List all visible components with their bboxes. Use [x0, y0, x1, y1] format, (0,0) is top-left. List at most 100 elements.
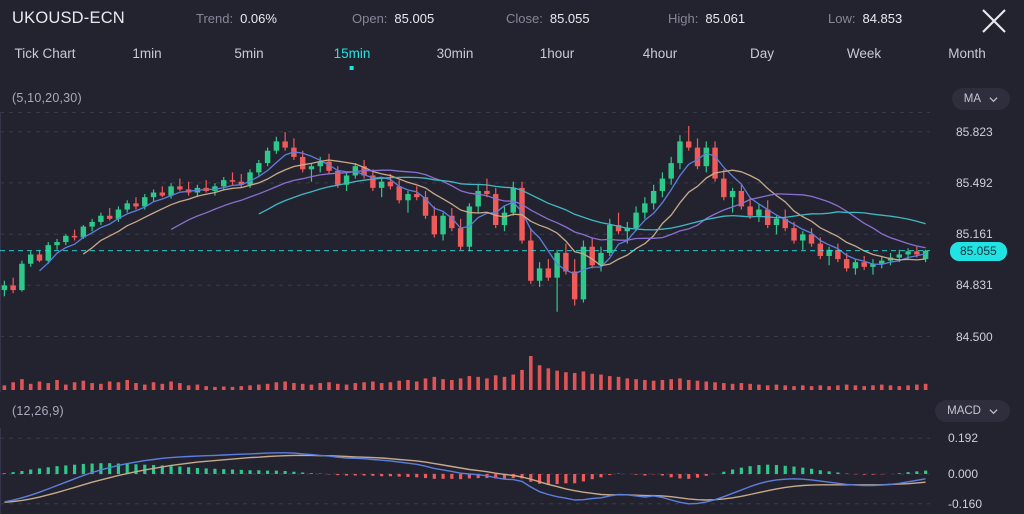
candle	[19, 261, 24, 292]
candle	[826, 247, 831, 266]
stat-low-value: 84.853	[862, 11, 902, 26]
volume-bar	[424, 378, 428, 390]
volume-bar	[555, 371, 559, 390]
candle	[396, 180, 401, 203]
macd-axis-tick: 0.000	[948, 467, 978, 481]
timeframe-tab-tick-chart[interactable]: Tick Chart	[14, 46, 75, 61]
timeframe-tab-30min[interactable]: 30min	[437, 46, 474, 61]
candle	[379, 179, 384, 198]
ma-line-30	[259, 177, 926, 230]
timeframe-tab-label: Tick Chart	[14, 46, 75, 61]
candle	[739, 185, 744, 210]
volume-bar	[731, 384, 735, 390]
timeframe-tab-label: 5min	[234, 46, 263, 61]
active-tab-indicator	[350, 66, 354, 70]
price-chart[interactable]	[0, 112, 930, 392]
candle	[54, 239, 59, 250]
volume-bar	[55, 380, 59, 390]
volume-bar	[511, 375, 515, 390]
volume-bar	[82, 381, 86, 390]
ma-selector-label: MA	[964, 93, 981, 105]
macd-selector-label: MACD	[947, 405, 981, 417]
volume-bar	[345, 385, 349, 390]
timeframe-tab-week[interactable]: Week	[847, 46, 881, 61]
volume-bar	[652, 381, 656, 390]
volume-bar	[626, 378, 630, 390]
timeframe-tab-4hour[interactable]: 4hour	[643, 46, 678, 61]
volume-bar	[125, 380, 129, 390]
candle	[203, 180, 208, 192]
volume-bar	[257, 385, 261, 390]
timeframe-tab-1min[interactable]: 1min	[132, 46, 161, 61]
macd-line	[4, 453, 925, 504]
volume-bar	[3, 385, 7, 390]
candle	[256, 160, 261, 175]
volume-bar	[90, 383, 94, 390]
candle	[660, 172, 665, 197]
chart-header: UKOUSD-ECN Trend:0.06% Open:85.005 Close…	[0, 0, 1024, 42]
candle	[853, 259, 858, 274]
candle	[186, 182, 191, 196]
volume-bar	[73, 382, 77, 390]
timeframe-tab-label: 30min	[437, 46, 474, 61]
timeframe-tab-day[interactable]: Day	[750, 46, 774, 61]
volume-bar	[819, 385, 823, 390]
volume-bar	[906, 385, 910, 390]
volume-bar	[801, 385, 805, 390]
ma-selector-dropdown[interactable]: MA	[952, 88, 1010, 110]
stat-close: Close:85.055	[506, 11, 590, 26]
volume-bar	[99, 384, 103, 390]
candle	[581, 241, 586, 303]
volume-bar	[880, 385, 884, 390]
volume-bar	[389, 382, 393, 390]
macd-selector-dropdown[interactable]: MACD	[935, 400, 1010, 422]
timeframe-tab-month[interactable]: Month	[948, 46, 986, 61]
volume-bar	[608, 376, 612, 390]
timeframe-tab-15min[interactable]: 15min	[334, 46, 371, 61]
volume-bar	[459, 378, 463, 390]
price-axis-tick: 85.161	[956, 227, 993, 241]
volume-bar	[117, 382, 121, 390]
volume-bar	[748, 384, 752, 390]
candle	[704, 141, 709, 172]
volume-bar	[318, 383, 322, 390]
volume-bar	[397, 381, 401, 390]
macd-axis-tick: 0.192	[948, 431, 978, 445]
stat-trend: Trend:0.06%	[196, 11, 277, 26]
candle	[239, 174, 244, 188]
volume-bar	[169, 382, 173, 391]
volume-bar	[757, 385, 761, 390]
candle	[344, 172, 349, 191]
candle	[124, 200, 129, 212]
macd-chart[interactable]	[0, 428, 930, 514]
price-axis-tick: 84.831	[956, 278, 993, 292]
stat-close-label: Close:	[506, 11, 543, 26]
candle	[458, 219, 463, 250]
volume-bar	[152, 382, 156, 390]
close-icon[interactable]	[978, 5, 1010, 37]
candle	[546, 259, 551, 281]
timeframe-tab-5min[interactable]: 5min	[234, 46, 263, 61]
price-axis-tick: 84.500	[956, 330, 993, 344]
volume-bar	[239, 386, 243, 390]
candle	[589, 237, 594, 268]
volume-bar	[599, 375, 603, 390]
timeframe-tab-label: Month	[948, 46, 986, 61]
candle	[511, 182, 516, 216]
candle	[756, 203, 761, 222]
candle	[291, 138, 296, 160]
candle	[835, 244, 840, 263]
volume-bar	[222, 387, 226, 390]
stat-trend-label: Trend:	[196, 11, 233, 26]
candle	[475, 185, 480, 213]
trading-chart-app: UKOUSD-ECN Trend:0.06% Open:85.005 Close…	[0, 0, 1024, 514]
volume-bar	[231, 387, 235, 390]
volume-bar	[468, 376, 472, 390]
volume-bar	[371, 382, 375, 391]
volume-bar	[503, 377, 507, 390]
candle	[72, 230, 77, 241]
volume-bar	[775, 385, 779, 390]
volume-bar	[704, 382, 708, 391]
timeframe-tab-1hour[interactable]: 1hour	[540, 46, 575, 61]
candle	[677, 135, 682, 169]
